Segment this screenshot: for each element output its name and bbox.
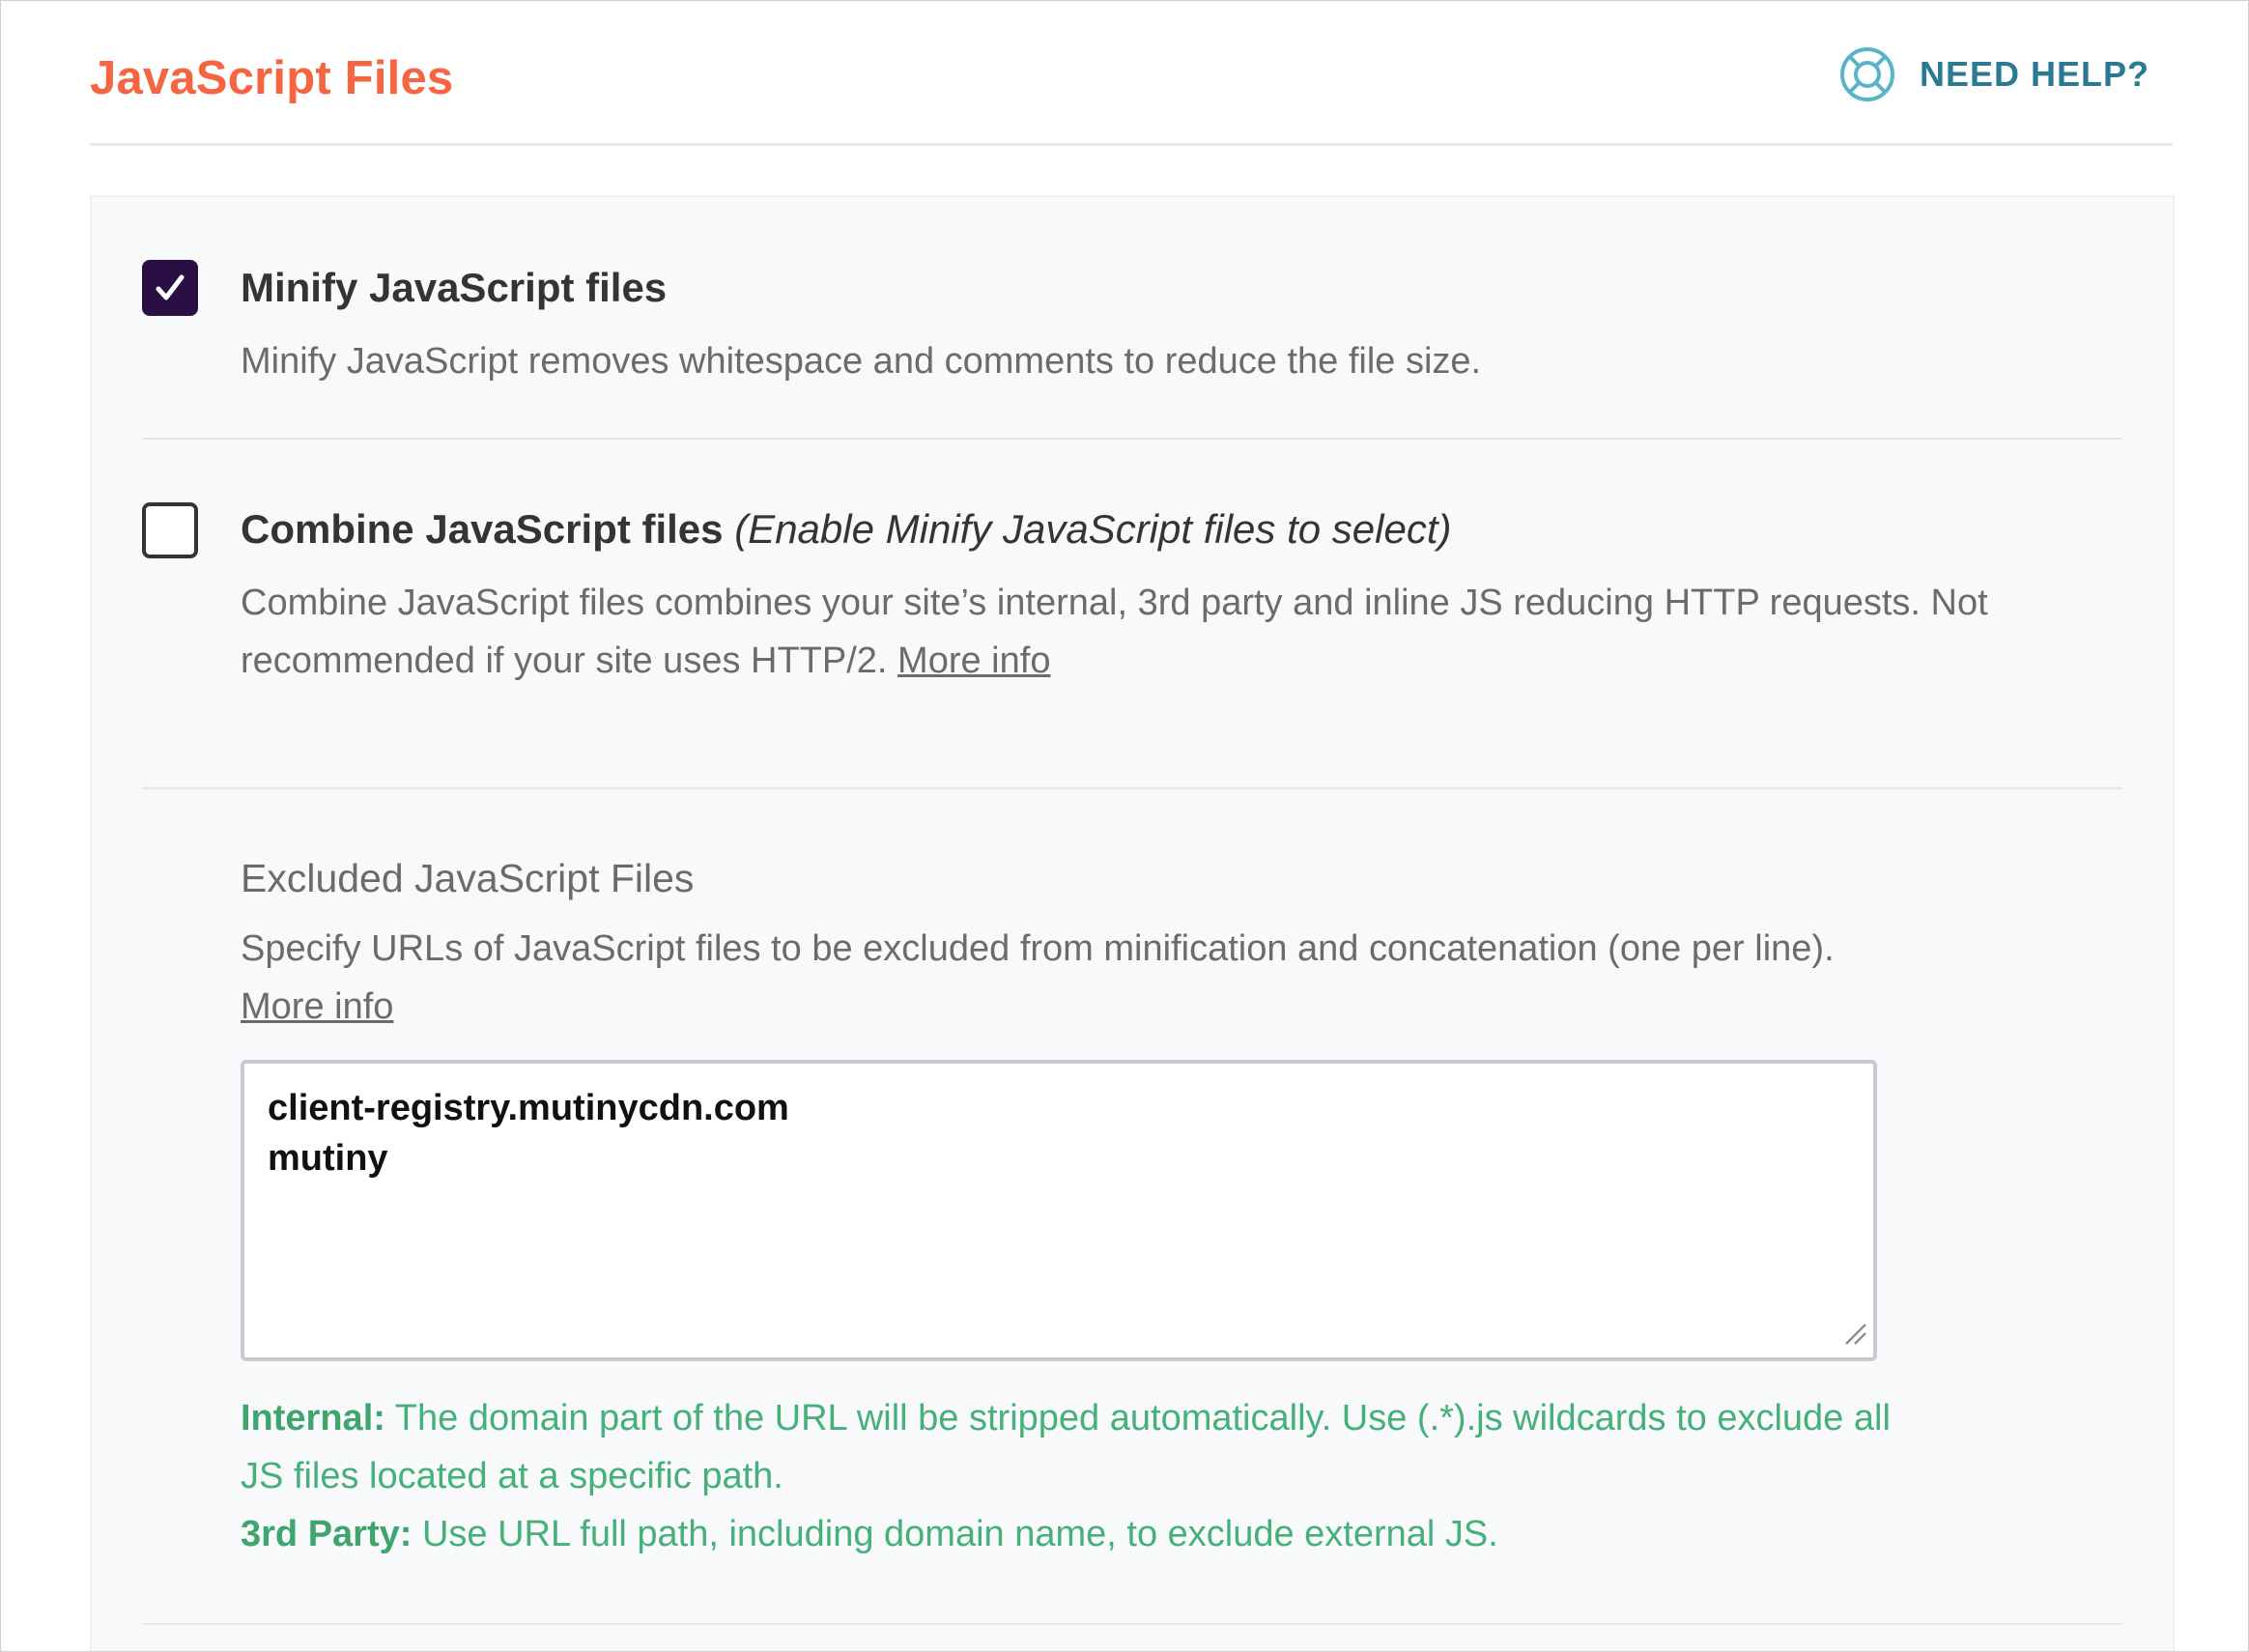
combine-js-description: Combine JavaScript files combines your s… [241,574,2028,690]
excluded-js-more-info-link[interactable]: More info [241,986,393,1027]
hint-internal-text: The domain part of the URL will be strip… [241,1398,1891,1496]
page-title: JavaScript Files [90,52,454,104]
hint-internal-label: Internal: [241,1398,385,1438]
option-divider [142,787,2122,789]
need-help-button[interactable]: NEED HELP? [1838,45,2149,103]
hint-third-text: Use URL full path, including domain name… [421,1514,1498,1554]
settings-panel: Minify JavaScript files Minify JavaScrip… [90,195,2175,1651]
combine-js-checkbox[interactable] [142,502,198,558]
lifebuoy-icon [1838,45,1896,103]
excluded-js-hint: Internal: The domain part of the URL wil… [241,1389,1902,1563]
excluded-js-description: Specify URLs of JavaScript files to be e… [241,920,1883,1036]
resize-grip-icon[interactable] [1842,1321,1867,1351]
option-divider [142,438,2122,440]
combine-js-note: (Enable Minify JavaScript files to selec… [734,506,1452,552]
combine-js-label-row[interactable]: Combine JavaScript files (Enable Minify … [241,506,1451,553]
combine-js-label: Combine JavaScript files [241,506,724,552]
minify-js-description: Minify JavaScript removes whitespace and… [241,341,1482,382]
excluded-js-label: Excluded JavaScript Files [241,856,695,900]
checkmark-icon [145,263,195,313]
hint-third-party: 3rd Party: Use URL full path, including … [241,1505,1902,1563]
header-divider [90,143,2173,146]
minify-js-checkbox[interactable] [142,260,198,316]
combine-js-more-info-link[interactable]: More info [897,641,1050,681]
combine-js-description-text: Combine JavaScript files combines your s… [241,583,1988,681]
need-help-label: NEED HELP? [1919,54,2149,94]
excluded-js-textarea[interactable] [241,1060,1877,1361]
settings-window: JavaScript Files NEED HELP? Minify JavaS [0,0,2249,1652]
hint-internal: Internal: The domain part of the URL wil… [241,1389,1902,1505]
hint-third-label: 3rd Party: [241,1514,413,1554]
option-divider [142,1623,2122,1625]
excluded-js-description-text: Specify URLs of JavaScript files to be e… [241,928,1835,969]
minify-js-label[interactable]: Minify JavaScript files [241,265,667,311]
